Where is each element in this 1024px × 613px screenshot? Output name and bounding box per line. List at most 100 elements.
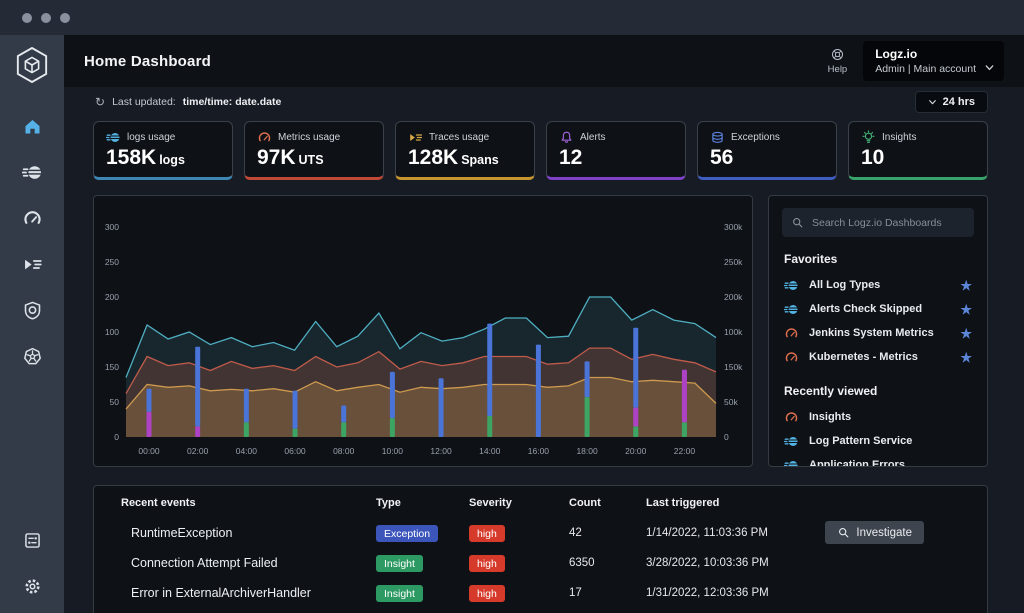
stat-card-label: Exceptions: [731, 132, 780, 143]
window-titlebar: [0, 0, 1024, 35]
svg-text:100k: 100k: [724, 327, 743, 337]
event-severity-badge: high: [469, 555, 505, 572]
recent-item[interactable]: Log Pattern Service: [782, 429, 974, 453]
investigate-button[interactable]: Investigate: [825, 521, 924, 544]
tracing-icon[interactable]: [22, 254, 43, 275]
stat-card-logs-usage[interactable]: logs usage 158Klogs: [93, 121, 233, 180]
stat-card-value: 56: [710, 146, 733, 169]
window-control-dot[interactable]: [22, 13, 32, 23]
star-icon[interactable]: ★: [960, 303, 972, 316]
star-icon[interactable]: ★: [960, 351, 972, 364]
recent-label: Application Errors: [809, 459, 905, 467]
column-header-count: Count: [569, 487, 646, 519]
svg-text:14:00: 14:00: [479, 446, 501, 456]
dashboard-search[interactable]: [782, 208, 974, 237]
event-severity-badge: high: [469, 585, 505, 602]
insights-bulb-icon: [861, 130, 876, 145]
stat-card-insights[interactable]: Insights 10: [848, 121, 988, 180]
recent-item[interactable]: Application Errors: [782, 453, 974, 467]
stat-card-value: 158K: [106, 146, 156, 169]
page-header: Home Dashboard Help Logz.io Admin | Main…: [64, 35, 1024, 87]
event-count: 6350: [569, 557, 646, 569]
svg-text:300k: 300k: [724, 222, 743, 232]
event-count: 42: [569, 527, 646, 539]
metrics-gauge-icon: [784, 350, 799, 365]
chevron-down-icon: [928, 98, 937, 106]
sidebar: [0, 35, 64, 613]
search-icon: [791, 216, 804, 229]
stat-card-unit: UTS: [299, 153, 324, 167]
security-shield-icon[interactable]: [22, 300, 43, 321]
favorite-label: Jenkins System Metrics: [809, 327, 934, 339]
svg-text:250: 250: [105, 257, 119, 267]
svg-text:200: 200: [105, 292, 119, 302]
star-icon[interactable]: ★: [960, 279, 972, 292]
column-header-last-triggered: Last triggered: [646, 487, 987, 519]
stat-card-unit: Spans: [461, 153, 499, 167]
window-control-dot[interactable]: [60, 13, 70, 23]
event-last-triggered: 1/31/2022, 12:03:36 PM: [646, 587, 987, 599]
event-name: Error in ExternalArchiverHandler: [121, 586, 376, 600]
tracing-icon: [408, 130, 423, 145]
event-last-triggered: 1/14/2022, 11:03:36 PM: [646, 527, 987, 539]
metrics-gauge-icon: [784, 410, 799, 425]
favorite-item[interactable]: All Log Types ★: [782, 273, 974, 297]
stat-cards-row: logs usage 158Klogs Metrics usage 97KUTS…: [93, 121, 988, 180]
favorite-label: Kubernetes - Metrics: [809, 351, 918, 363]
svg-text:02:00: 02:00: [187, 446, 209, 456]
recently-viewed-title: Recently viewed: [784, 384, 972, 398]
svg-text:10:00: 10:00: [382, 446, 404, 456]
metrics-gauge-icon[interactable]: [22, 208, 43, 229]
stat-card-exceptions[interactable]: Exceptions 56: [697, 121, 837, 180]
dashboards-panel: Favorites All Log Types ★ Alerts Check S…: [768, 195, 988, 467]
window-control-dot[interactable]: [41, 13, 51, 23]
svg-text:08:00: 08:00: [333, 446, 355, 456]
account-menu[interactable]: Logz.io Admin | Main account: [863, 41, 1004, 81]
exceptions-stack-icon: [710, 130, 725, 145]
event-last-triggered: 3/28/2022, 10:03:36 PM: [646, 557, 987, 569]
time-range-button[interactable]: 24 hrs: [915, 91, 988, 113]
search-input[interactable]: [812, 217, 965, 229]
favorite-item[interactable]: Jenkins System Metrics ★: [782, 321, 974, 345]
help-button[interactable]: Help: [828, 47, 848, 75]
settings-gear-icon[interactable]: [22, 576, 43, 597]
svg-text:16:00: 16:00: [528, 446, 550, 456]
help-label: Help: [828, 64, 848, 75]
kubernetes-icon[interactable]: [22, 346, 43, 367]
search-icon: [837, 526, 850, 539]
svg-text:50k: 50k: [724, 397, 738, 407]
refresh-icon[interactable]: ↻: [95, 96, 105, 108]
svg-text:12:00: 12:00: [430, 446, 452, 456]
logs-icon: [106, 130, 121, 145]
stat-card-metrics-usage[interactable]: Metrics usage 97KUTS: [244, 121, 384, 180]
logzio-logo-icon: [15, 46, 49, 84]
svg-text:150: 150: [105, 362, 119, 372]
metrics-gauge-icon: [784, 326, 799, 341]
recent-item[interactable]: Insights: [782, 405, 974, 429]
recent-label: Log Pattern Service: [809, 435, 912, 447]
svg-text:00:00: 00:00: [138, 446, 160, 456]
svg-text:0: 0: [724, 432, 729, 442]
usage-time-series-chart: 300250200100150500300k250k200k100k150k50…: [94, 196, 752, 466]
logs-icon: [784, 434, 799, 449]
svg-text:50: 50: [110, 397, 120, 407]
investigate-label: Investigate: [856, 527, 912, 539]
stat-card-traces-usage[interactable]: Traces usage 128KSpans: [395, 121, 535, 180]
logs-icon[interactable]: [22, 162, 43, 183]
favorite-item[interactable]: Alerts Check Skipped ★: [782, 297, 974, 321]
event-name: Connection Attempt Failed: [121, 556, 376, 570]
logs-icon: [784, 302, 799, 317]
stat-card-alerts[interactable]: Alerts 12: [546, 121, 686, 180]
svg-text:250k: 250k: [724, 257, 743, 267]
svg-text:20:00: 20:00: [625, 446, 647, 456]
event-count: 17: [569, 587, 646, 599]
star-icon[interactable]: ★: [960, 327, 972, 340]
main-content: Home Dashboard Help Logz.io Admin | Main…: [64, 35, 1024, 613]
data-hub-icon[interactable]: [22, 530, 43, 551]
time-range-label: 24 hrs: [943, 96, 975, 108]
home-icon[interactable]: [22, 116, 43, 137]
favorite-item[interactable]: Kubernetes - Metrics ★: [782, 345, 974, 369]
svg-text:100: 100: [105, 327, 119, 337]
logs-icon: [784, 458, 799, 468]
svg-text:18:00: 18:00: [576, 446, 598, 456]
